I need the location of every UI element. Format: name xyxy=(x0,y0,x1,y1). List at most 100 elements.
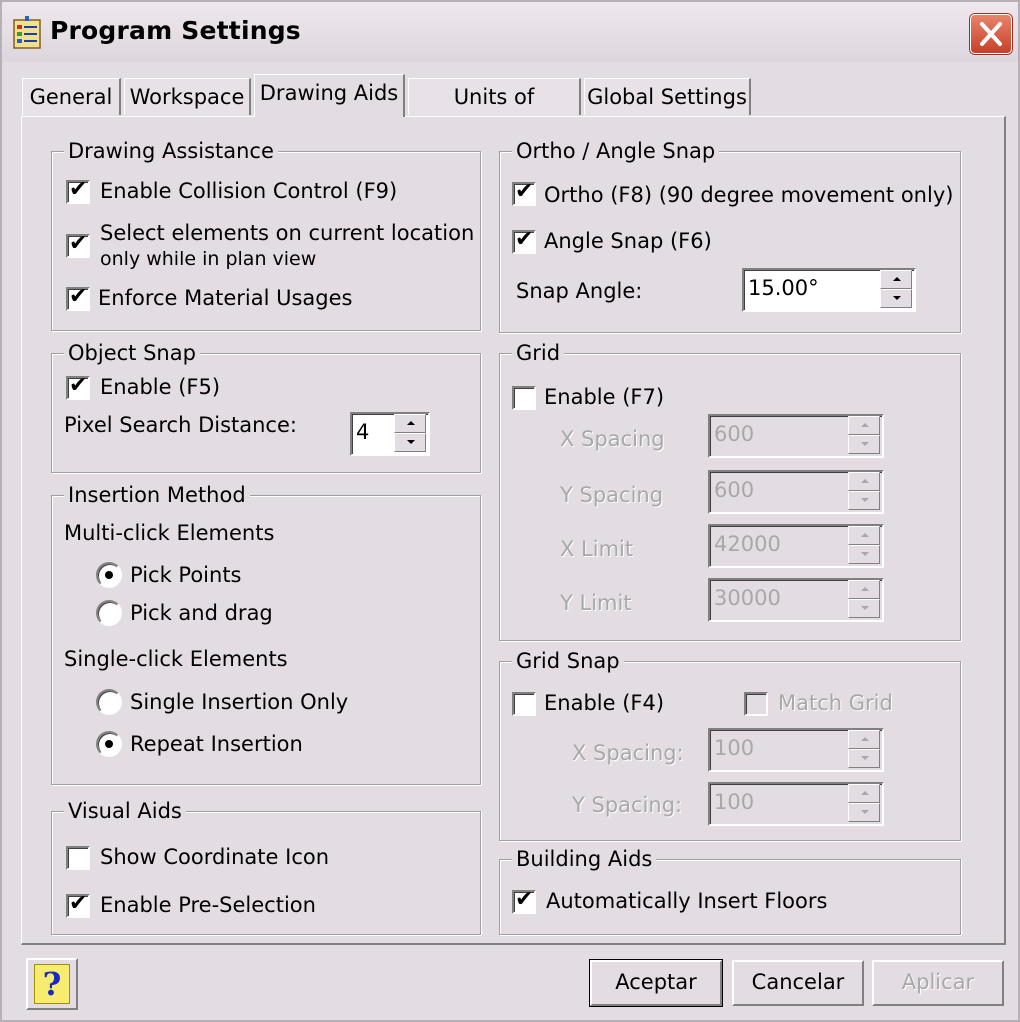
repeat-insertion-label[interactable]: Repeat Insertion xyxy=(130,731,303,757)
check-mark-icon: ✔ xyxy=(69,284,88,309)
spin-down-icon[interactable] xyxy=(394,433,426,452)
settings-list-icon xyxy=(13,16,41,49)
select-plan-view-checkbox[interactable]: ✔ xyxy=(66,231,90,258)
field-value: 600 xyxy=(714,478,755,502)
drawing-assistance-group: Drawing Assistance ✔ Enable Collision Co… xyxy=(51,138,481,331)
insert-floors-checkbox[interactable]: ✔ xyxy=(512,887,536,914)
snap-angle-input[interactable]: 15.00° xyxy=(742,268,916,312)
grid-x-limit-spinner[interactable] xyxy=(848,526,880,564)
grid-snap-x-spacing-input[interactable]: 100 xyxy=(708,728,884,772)
select-plan-view-label-line2[interactable]: only while in plan view xyxy=(100,246,316,272)
ortho-checkbox[interactable]: ✔ xyxy=(512,179,536,206)
grid-snap-x-spacing-spinner[interactable] xyxy=(848,730,880,768)
spin-down-icon[interactable] xyxy=(848,491,880,510)
spin-up-icon[interactable] xyxy=(848,526,880,545)
pick-and-drag-radio[interactable] xyxy=(96,600,122,626)
grid-snap-group: Grid Snap Enable (F4) Match Grid X Spaci… xyxy=(499,648,961,841)
pixel-search-distance-input[interactable]: 4 xyxy=(350,412,430,456)
group-legend: Drawing Assistance xyxy=(64,138,278,164)
tab-global-settings[interactable]: Global Settings xyxy=(584,78,751,115)
grid-enable-label[interactable]: Enable (F7) xyxy=(544,384,664,410)
grid-enable-checkbox[interactable] xyxy=(512,386,536,410)
repeat-insertion-radio[interactable] xyxy=(96,731,122,757)
field-value: 42000 xyxy=(714,532,781,556)
enforce-material-checkbox[interactable]: ✔ xyxy=(66,284,90,311)
match-grid-label[interactable]: Match Grid xyxy=(778,690,893,716)
field-value: 4 xyxy=(356,420,370,444)
tab-drawing-aids[interactable]: Drawing Aids xyxy=(254,74,405,117)
group-legend: Object Snap xyxy=(64,340,200,366)
spin-down-icon[interactable] xyxy=(848,435,880,454)
grid-x-spacing-input[interactable]: 600 xyxy=(708,414,884,458)
close-icon xyxy=(980,22,1002,46)
spin-up-icon[interactable] xyxy=(848,730,880,749)
collision-control-label[interactable]: Enable Collision Control (F9) xyxy=(100,178,397,204)
object-snap-enable-checkbox[interactable]: ✔ xyxy=(66,373,90,400)
spin-up-icon[interactable] xyxy=(848,472,880,491)
pick-points-label[interactable]: Pick Points xyxy=(130,562,242,588)
collision-control-checkbox[interactable]: ✔ xyxy=(66,177,90,204)
pixel-search-spinner[interactable] xyxy=(394,414,426,452)
group-legend: Insertion Method xyxy=(64,482,250,508)
grid-y-limit-label: Y Limit xyxy=(560,591,632,615)
grid-x-spacing-label: X Spacing xyxy=(560,427,665,451)
spin-down-icon[interactable] xyxy=(880,289,912,308)
grid-snap-enable-label[interactable]: Enable (F4) xyxy=(544,690,664,716)
ortho-label[interactable]: Ortho (F8) (90 degree movement only) xyxy=(544,182,953,208)
spin-down-icon[interactable] xyxy=(848,749,880,768)
show-coordinate-icon-checkbox[interactable] xyxy=(66,846,90,870)
program-settings-dialog: Program Settings General Workspace Drawi… xyxy=(0,0,1020,1022)
grid-y-spacing-spinner[interactable] xyxy=(848,472,880,510)
check-mark-icon: ✔ xyxy=(515,887,534,912)
spin-up-icon[interactable] xyxy=(848,784,880,803)
spin-down-icon[interactable] xyxy=(848,545,880,564)
grid-snap-y-spacing-spinner[interactable] xyxy=(848,784,880,822)
tab-units-of-measure[interactable]: Units of Measure xyxy=(408,78,581,145)
show-coordinate-icon-label[interactable]: Show Coordinate Icon xyxy=(100,844,329,870)
pick-points-radio[interactable] xyxy=(96,562,122,588)
grid-y-limit-input[interactable]: 30000 xyxy=(708,578,884,622)
object-snap-enable-label[interactable]: Enable (F5) xyxy=(100,374,220,400)
window-title: Program Settings xyxy=(50,16,301,45)
spin-down-icon[interactable] xyxy=(848,803,880,822)
tab-workspace[interactable]: Workspace xyxy=(124,78,251,115)
pre-selection-label[interactable]: Enable Pre-Selection xyxy=(100,892,316,918)
spin-up-icon[interactable] xyxy=(394,414,426,433)
grid-snap-enable-checkbox[interactable] xyxy=(512,692,536,716)
field-value: 100 xyxy=(714,736,755,760)
grid-x-spacing-spinner[interactable] xyxy=(848,416,880,454)
pick-and-drag-label[interactable]: Pick and drag xyxy=(130,600,273,626)
enforce-material-label[interactable]: Enforce Material Usages xyxy=(98,285,353,311)
grid-x-limit-label: X Limit xyxy=(560,537,634,561)
tab-general[interactable]: General xyxy=(22,78,121,115)
check-mark-icon: ✔ xyxy=(69,373,88,398)
match-grid-checkbox[interactable] xyxy=(744,692,768,716)
spin-up-icon[interactable] xyxy=(848,416,880,435)
pre-selection-checkbox[interactable]: ✔ xyxy=(66,891,90,918)
angle-snap-label[interactable]: Angle Snap (F6) xyxy=(544,228,712,254)
spin-up-icon[interactable] xyxy=(880,270,912,289)
object-snap-group: Object Snap ✔ Enable (F5) Pixel Search D… xyxy=(51,340,481,473)
grid-y-spacing-input[interactable]: 600 xyxy=(708,470,884,514)
accept-button[interactable]: Aceptar xyxy=(590,960,722,1006)
close-button[interactable] xyxy=(970,14,1012,54)
single-insertion-radio[interactable] xyxy=(96,689,122,715)
grid-x-limit-input[interactable]: 42000 xyxy=(708,524,884,568)
snap-angle-spinner[interactable] xyxy=(880,270,912,308)
check-mark-icon: ✔ xyxy=(69,177,88,202)
title-bar[interactable]: Program Settings xyxy=(2,2,1018,62)
single-click-label: Single-click Elements xyxy=(64,647,288,671)
grid-y-limit-spinner[interactable] xyxy=(848,580,880,618)
single-insertion-label[interactable]: Single Insertion Only xyxy=(130,689,348,715)
spin-down-icon[interactable] xyxy=(848,599,880,618)
angle-snap-checkbox[interactable]: ✔ xyxy=(512,227,536,254)
spin-up-icon[interactable] xyxy=(848,580,880,599)
select-plan-view-label-line1[interactable]: Select elements on current location xyxy=(100,220,474,246)
insert-floors-label[interactable]: Automatically Insert Floors xyxy=(546,888,827,914)
cancel-button[interactable]: Cancelar xyxy=(732,960,864,1006)
visual-aids-group: Visual Aids Show Coordinate Icon ✔ Enabl… xyxy=(51,798,481,935)
field-value: 30000 xyxy=(714,586,781,610)
help-button[interactable]: ? xyxy=(26,958,78,1010)
grid-snap-y-spacing-input[interactable]: 100 xyxy=(708,782,884,826)
apply-button[interactable]: Aplicar xyxy=(872,960,1004,1006)
